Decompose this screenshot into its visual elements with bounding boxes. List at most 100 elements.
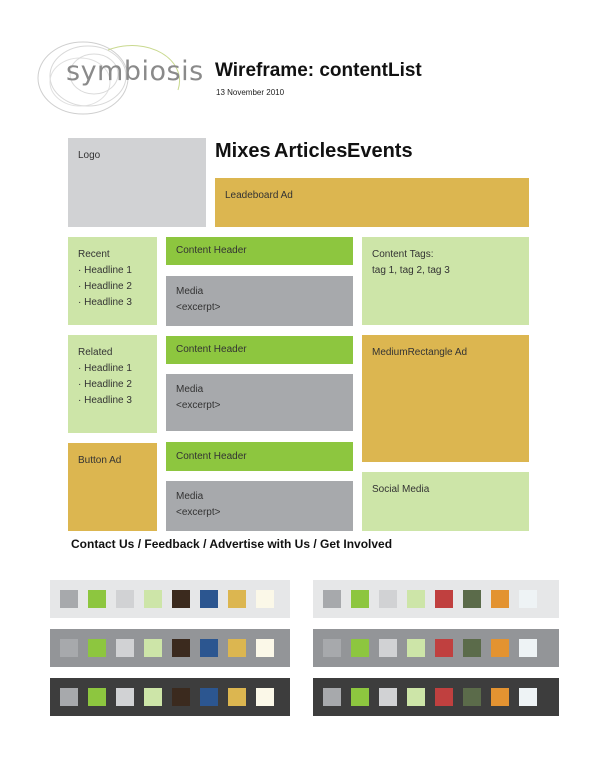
color-swatch xyxy=(463,688,481,706)
color-swatch xyxy=(323,688,341,706)
color-swatch xyxy=(200,639,218,657)
color-swatch xyxy=(144,590,162,608)
color-swatch xyxy=(116,688,134,706)
footer-link-get-involved[interactable]: Get Involved xyxy=(320,537,392,551)
leaderboard-ad[interactable]: Leadeboard Ad xyxy=(215,178,529,227)
color-swatch xyxy=(435,688,453,706)
color-swatch xyxy=(351,639,369,657)
content-header[interactable]: Content Header xyxy=(166,336,353,364)
color-swatch xyxy=(491,688,509,706)
footer-link-advertise[interactable]: Advertise with Us xyxy=(209,537,310,551)
color-swatch xyxy=(407,639,425,657)
content-media[interactable]: Media <excerpt> xyxy=(166,481,353,531)
color-swatch xyxy=(519,590,537,608)
social-media-label: Social Media xyxy=(372,484,430,495)
palette-row-mid-right xyxy=(313,629,559,667)
color-swatch xyxy=(463,639,481,657)
related-headline-link[interactable]: Headline 2 xyxy=(78,377,147,393)
related-headline-link[interactable]: Headline 1 xyxy=(78,361,147,377)
color-swatch xyxy=(88,688,106,706)
social-media-box[interactable]: Social Media xyxy=(362,472,529,531)
footer-separator: / xyxy=(203,537,207,551)
color-swatch xyxy=(407,590,425,608)
brand-wordmark: symbiosis xyxy=(66,56,204,87)
content-tags-list[interactable]: tag 1, tag 2, tag 3 xyxy=(372,263,519,279)
content-tags-title: Content Tags: xyxy=(372,249,434,260)
color-swatch xyxy=(144,688,162,706)
footer-link-contact[interactable]: Contact Us xyxy=(71,537,134,551)
color-swatch xyxy=(491,590,509,608)
leaderboard-ad-label: Leadeboard Ad xyxy=(225,190,293,201)
palette-row-light-right xyxy=(313,580,559,618)
color-swatch xyxy=(60,639,78,657)
excerpt-text: <excerpt> xyxy=(176,507,221,518)
button-ad[interactable]: Button Ad xyxy=(68,443,157,531)
content-header-label: Content Header xyxy=(176,245,247,256)
nav-item-events[interactable]: Events xyxy=(347,140,413,163)
palette-row-light-left xyxy=(50,580,290,618)
page-date: 13 November 2010 xyxy=(216,88,285,97)
nav-item-articles[interactable]: Articles xyxy=(274,140,347,163)
media-label: Media xyxy=(176,286,204,297)
logo-placeholder: Logo xyxy=(68,138,206,227)
color-swatch xyxy=(172,639,190,657)
related-box: Related Headline 1 Headline 2 Headline 3 xyxy=(68,335,157,433)
palette-row-mid-left xyxy=(50,629,290,667)
content-media[interactable]: Media <excerpt> xyxy=(166,374,353,431)
footer-link-feedback[interactable]: Feedback xyxy=(144,537,199,551)
color-swatch xyxy=(435,639,453,657)
recent-title: Recent xyxy=(78,249,110,260)
color-swatch xyxy=(116,590,134,608)
color-swatch xyxy=(379,688,397,706)
recent-headline-link[interactable]: Headline 3 xyxy=(78,295,147,311)
color-swatch xyxy=(351,688,369,706)
content-header[interactable]: Content Header xyxy=(166,442,353,471)
color-swatch xyxy=(88,590,106,608)
content-media[interactable]: Media <excerpt> xyxy=(166,276,353,326)
related-headline-link[interactable]: Headline 3 xyxy=(78,393,147,409)
color-swatch xyxy=(463,590,481,608)
media-label: Media xyxy=(176,384,204,395)
content-tags-box: Content Tags: tag 1, tag 2, tag 3 xyxy=(362,237,529,325)
color-swatch xyxy=(519,639,537,657)
recent-headline-link[interactable]: Headline 2 xyxy=(78,279,147,295)
color-swatch xyxy=(491,639,509,657)
color-swatch xyxy=(144,639,162,657)
color-swatch xyxy=(172,688,190,706)
color-swatch xyxy=(60,590,78,608)
color-swatch xyxy=(228,590,246,608)
color-swatch xyxy=(228,639,246,657)
color-swatch xyxy=(323,639,341,657)
recent-box: Recent Headline 1 Headline 2 Headline 3 xyxy=(68,237,157,325)
excerpt-text: <excerpt> xyxy=(176,400,221,411)
content-header[interactable]: Content Header xyxy=(166,237,353,265)
footer-links: Contact Us / Feedback / Advertise with U… xyxy=(71,537,392,551)
medium-rectangle-ad[interactable]: MediumRectangle Ad xyxy=(362,335,529,462)
color-swatch xyxy=(172,590,190,608)
medium-rectangle-ad-label: MediumRectangle Ad xyxy=(372,347,468,358)
color-swatch xyxy=(60,688,78,706)
button-ad-label: Button Ad xyxy=(78,455,122,466)
content-header-label: Content Header xyxy=(176,451,247,462)
nav-item-mixes[interactable]: Mixes xyxy=(215,140,271,163)
color-swatch xyxy=(256,688,274,706)
color-swatch xyxy=(200,688,218,706)
color-swatch xyxy=(256,639,274,657)
color-swatch xyxy=(200,590,218,608)
excerpt-text: <excerpt> xyxy=(176,302,221,313)
color-swatch xyxy=(351,590,369,608)
color-swatch xyxy=(435,590,453,608)
color-swatch xyxy=(379,590,397,608)
color-swatch xyxy=(88,639,106,657)
recent-headline-link[interactable]: Headline 1 xyxy=(78,263,147,279)
color-swatch xyxy=(519,688,537,706)
media-label: Media xyxy=(176,491,204,502)
page-title: Wireframe: contentList xyxy=(215,60,422,81)
footer-separator: / xyxy=(137,537,142,551)
logo-label: Logo xyxy=(78,150,101,161)
color-swatch xyxy=(379,639,397,657)
related-title: Related xyxy=(78,347,113,358)
footer-separator: / xyxy=(313,537,317,551)
color-swatch xyxy=(116,639,134,657)
color-swatch xyxy=(228,688,246,706)
